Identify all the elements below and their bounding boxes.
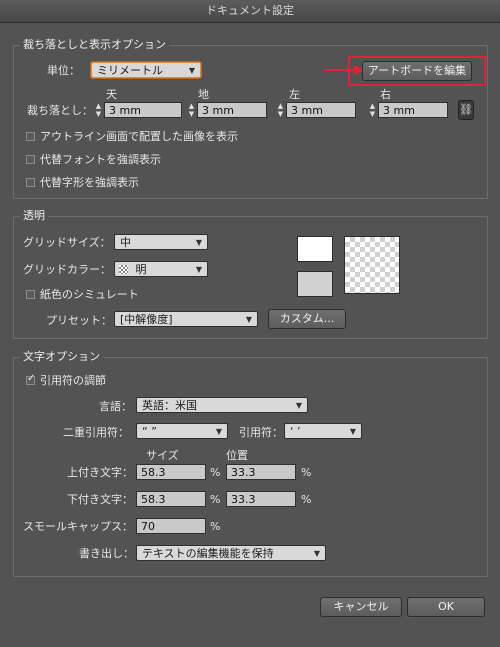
- chevron-down-icon: ▼: [245, 315, 252, 324]
- option-label-show-images: アウトライン画面で配置した画像を表示: [40, 130, 238, 143]
- link-chain-icon[interactable]: ⛓: [458, 100, 474, 120]
- smart-quotes-checkbox[interactable]: [26, 373, 35, 385]
- small-caps-percent: %: [210, 520, 221, 533]
- bleed-header-bottom: 地: [198, 88, 209, 101]
- subscript-label: 下付き文字：: [67, 493, 133, 506]
- chevron-down-icon: ▼: [295, 401, 302, 410]
- window-title: ドキュメント設定: [0, 0, 500, 23]
- single-quotes-label: 引用符：: [239, 426, 283, 439]
- cancel-button[interactable]: キャンセル: [320, 597, 402, 617]
- bleed-top-field[interactable]: 3 mm: [104, 102, 182, 118]
- color-swatch-top[interactable]: [297, 236, 333, 262]
- double-quotes-dropdown[interactable]: “ ” ▼: [136, 423, 228, 439]
- bleed-right-spinner[interactable]: ▲ ▼: [368, 102, 377, 118]
- option-checkbox-highlight-fonts[interactable]: [26, 155, 35, 164]
- preset-value: [中解像度]: [120, 313, 173, 326]
- smart-quotes-label: 引用符の調節: [40, 374, 106, 387]
- option-checkbox-highlight-glyphs[interactable]: [26, 178, 35, 187]
- bleed-bottom-field[interactable]: 3 mm: [197, 102, 267, 118]
- size-column-header: サイズ: [146, 449, 179, 462]
- double-quotes-label: 二重引用符：: [63, 426, 129, 439]
- language-value: 英語：米国: [142, 399, 197, 412]
- grid-size-dropdown[interactable]: 中 ▼: [114, 234, 208, 250]
- option-label-highlight-glyphs: 代替字形を強調表示: [40, 176, 139, 189]
- language-label: 言語：: [99, 400, 132, 413]
- single-quotes-dropdown[interactable]: ‘ ’ ▼: [284, 423, 362, 439]
- superscript-position-percent: %: [301, 466, 312, 479]
- simulate-paper-checkbox[interactable]: [26, 290, 35, 299]
- edit-artboards-button[interactable]: アートボードを編集: [362, 61, 472, 81]
- option-checkbox-show-images[interactable]: [26, 132, 35, 141]
- transparency-section-title: 透明: [20, 209, 48, 223]
- small-caps-label: スモールキャップス：: [23, 520, 133, 533]
- grid-color-dropdown[interactable]: 明 ▼: [114, 261, 208, 277]
- bleed-bottom-spinner[interactable]: ▲ ▼: [187, 102, 196, 118]
- grid-size-label: グリッドサイズ：: [23, 236, 111, 249]
- export-dropdown[interactable]: テキストの編集機能を保持 ▼: [136, 545, 326, 561]
- bleed-top-spinner[interactable]: ▲ ▼: [94, 102, 103, 118]
- position-column-header: 位置: [226, 449, 248, 462]
- color-swatch-bottom[interactable]: [297, 271, 333, 297]
- superscript-size-field[interactable]: 58.3: [136, 464, 206, 480]
- type-section-title: 文字オプション: [20, 350, 103, 364]
- export-value: テキストの編集機能を保持: [142, 547, 274, 560]
- chevron-down-icon: ▼: [313, 549, 320, 558]
- subscript-position-percent: %: [301, 493, 312, 506]
- bleed-header-right: 右: [380, 88, 391, 101]
- unit-label: 単位：: [47, 64, 80, 77]
- option-label-highlight-fonts: 代替フォントを強調表示: [40, 153, 161, 166]
- bleed-header-left: 左: [289, 88, 300, 101]
- subscript-size-percent: %: [210, 493, 221, 506]
- custom-button[interactable]: カスタム...: [268, 309, 346, 329]
- chevron-down-icon: ▼: [215, 427, 222, 436]
- grid-color-label: グリッドカラー：: [23, 263, 111, 276]
- preset-label: プリセット：: [46, 314, 112, 327]
- unit-dropdown-value: ミリメートル: [97, 64, 163, 77]
- chevron-down-icon: ▼: [195, 265, 202, 274]
- subscript-size-field[interactable]: 58.3: [136, 491, 206, 507]
- double-quotes-value: “ ”: [142, 425, 157, 438]
- bleed-section-title: 裁ち落としと表示オプション: [20, 38, 169, 52]
- ok-button[interactable]: OK: [407, 597, 485, 617]
- superscript-label: 上付き文字：: [67, 466, 133, 479]
- unit-dropdown[interactable]: ミリメートル ▼: [91, 62, 201, 78]
- bleed-label: 裁ち落とし：: [27, 104, 93, 117]
- preset-dropdown[interactable]: [中解像度] ▼: [114, 311, 258, 327]
- chevron-down-icon: ▼: [188, 66, 195, 75]
- simulate-paper-label: 紙色のシミュレート: [40, 288, 139, 301]
- export-label: 書き出し：: [79, 547, 134, 560]
- bleed-right-field[interactable]: 3 mm: [378, 102, 448, 118]
- superscript-position-field[interactable]: 33.3: [226, 464, 296, 480]
- language-dropdown[interactable]: 英語：米国 ▼: [136, 397, 308, 413]
- bleed-left-field[interactable]: 3 mm: [286, 102, 356, 118]
- grid-size-value: 中: [120, 236, 131, 249]
- checkerboard-preview: [344, 236, 400, 294]
- chevron-down-icon: ▼: [349, 427, 356, 436]
- bleed-header-top: 天: [106, 88, 117, 101]
- bleed-left-spinner[interactable]: ▲ ▼: [276, 102, 285, 118]
- superscript-size-percent: %: [210, 466, 221, 479]
- grid-color-value: 明: [135, 263, 147, 276]
- chevron-down-icon: ▼: [195, 238, 202, 247]
- small-caps-field[interactable]: 70: [136, 518, 206, 534]
- single-quotes-value: ‘ ’: [290, 425, 301, 438]
- subscript-position-field[interactable]: 33.3: [226, 491, 296, 507]
- grid-swatch-icon: [119, 265, 128, 274]
